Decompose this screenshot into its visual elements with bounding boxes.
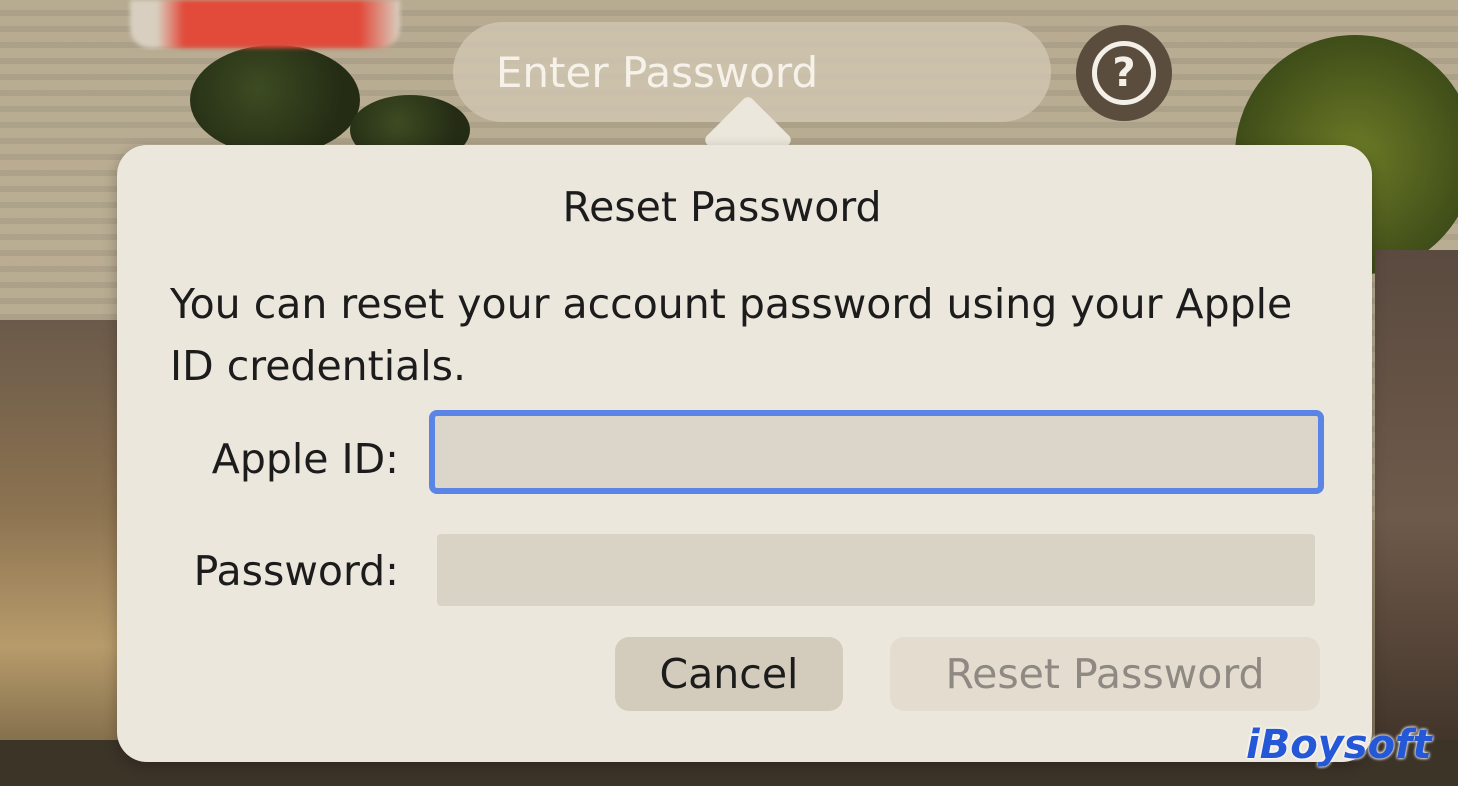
iboysoft-watermark: iBoysoft <box>1246 722 1432 768</box>
password-label: Password: <box>193 547 399 595</box>
apple-id-field[interactable] <box>429 410 1324 494</box>
background-tree <box>190 45 360 155</box>
background-building <box>1375 250 1458 786</box>
question-circle-icon: ? <box>1092 41 1156 105</box>
enter-password-label: Enter Password <box>495 47 819 97</box>
reset-password-button[interactable]: Reset Password <box>890 637 1320 711</box>
dialog-description: You can reset your account password usin… <box>170 280 1293 390</box>
dialog-title: Reset Password <box>562 183 882 231</box>
help-button[interactable]: ? <box>1076 25 1172 121</box>
apple-id-label: Apple ID: <box>211 435 399 483</box>
blurred-element <box>130 0 400 48</box>
cancel-button[interactable]: Cancel <box>615 637 843 711</box>
reset-password-dialog: Reset Password You can reset your accoun… <box>117 145 1372 762</box>
password-field[interactable] <box>437 534 1315 606</box>
background-building <box>0 320 120 786</box>
